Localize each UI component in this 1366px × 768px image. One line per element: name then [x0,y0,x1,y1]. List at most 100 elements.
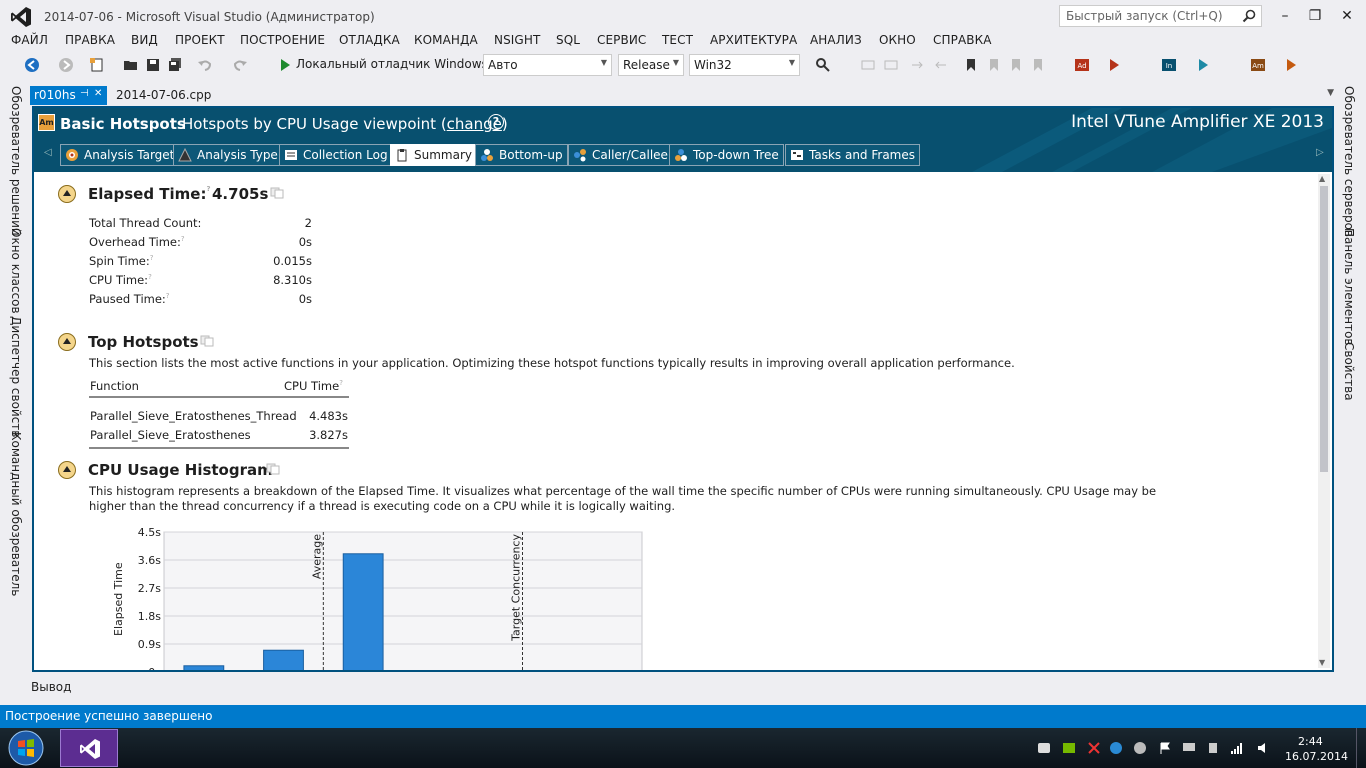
help-hint-icon[interactable]: ? [339,379,343,387]
copy-icon[interactable] [270,187,284,199]
navigate-back-icon[interactable] [24,57,40,73]
menu-build[interactable]: ПОСТРОЕНИЕ [240,33,325,47]
bookmark-icon[interactable] [963,57,979,73]
start-debugging-icon[interactable] [277,57,293,73]
menu-sql[interactable]: SQL [556,33,580,47]
tab-r010hs[interactable]: r010hs ⊣ ✕ [30,86,107,105]
outdent-icon[interactable] [932,57,948,73]
scrollbar-thumb[interactable] [1320,186,1328,472]
amplifier-icon[interactable]: Am [1250,57,1266,73]
search-icon[interactable] [1241,8,1257,24]
tray-flag-icon[interactable] [1158,741,1172,755]
vertical-scrollbar[interactable]: ▲ ▼ [1318,174,1330,668]
tab-caller-callee[interactable]: Caller/Callee [568,144,673,166]
comment-icon[interactable] [860,57,876,73]
tab-collection-log[interactable]: Collection Log [279,144,393,166]
signal-strength-icon[interactable] [1230,741,1244,755]
help-hint-icon[interactable]: ? [148,273,152,281]
volume-icon[interactable] [1256,741,1270,755]
build-config-select[interactable]: Release ▼ [618,54,684,76]
maximize-button[interactable]: ❐ [1302,4,1328,28]
save-icon[interactable] [145,57,161,73]
redo-icon[interactable] [232,57,248,73]
close-button[interactable]: ✕ [1334,4,1360,28]
copy-icon[interactable] [266,463,280,475]
show-desktop-button[interactable] [1356,728,1366,768]
tab-dropdown-icon[interactable]: ▼ [1327,88,1334,98]
prev-bookmark-icon[interactable] [986,57,1002,73]
help-icon[interactable]: ? [488,114,504,130]
solution-config-select[interactable]: Авто ▼ [483,54,612,76]
toolbox-tab[interactable]: Панель элементов [1342,228,1356,346]
menu-help[interactable]: СПРАВКА [933,33,992,47]
menu-team[interactable]: КОМАНДА [414,33,478,47]
menu-edit[interactable]: ПРАВКА [65,33,115,47]
tab-cpp-file[interactable]: 2014-07-06.cpp [116,88,211,102]
server-explorer-tab[interactable]: Обозреватель серверов [1342,86,1356,237]
tray-app-icon[interactable] [1037,741,1051,755]
help-hint-icon[interactable]: ? [181,235,185,243]
function-name[interactable]: Parallel_Sieve_Eratosthenes_Thread [90,409,297,423]
menu-view[interactable]: ВИД [131,33,158,47]
menu-analyze[interactable]: АНАЛИЗ [810,33,862,47]
open-file-icon[interactable] [123,57,139,73]
tab-summary[interactable]: Summary [390,144,477,166]
amplifier-run-icon[interactable] [1283,57,1299,73]
table-row[interactable]: Parallel_Sieve_Eratosthenes_Thread 4.483… [89,407,349,426]
copy-icon[interactable] [200,335,214,347]
save-all-icon[interactable] [167,57,183,73]
clear-bookmarks-icon[interactable] [1030,57,1046,73]
tab-top-down-tree[interactable]: Top-down Tree [669,144,784,166]
help-hint-icon[interactable]: ? [150,254,154,262]
indent-icon[interactable] [910,57,926,73]
tray-sync-icon[interactable] [1109,741,1123,755]
menu-file[interactable]: ФАЙЛ [11,33,48,47]
tab-bottom-up[interactable]: Bottom-up [475,144,568,166]
scroll-down-icon[interactable]: ▼ [1319,658,1325,667]
close-tab-icon[interactable]: ✕ [94,88,102,99]
tab-tasks-and-frames[interactable]: Tasks and Frames [785,144,920,166]
column-header-cpu-time[interactable]: CPU Time? [284,379,343,393]
table-row[interactable]: Parallel_Sieve_Eratosthenes 3.827s [89,426,349,445]
tray-network-icon[interactable] [1087,741,1101,755]
menu-window[interactable]: ОКНО [879,33,916,47]
start-button-icon[interactable] [6,729,46,767]
vtune-advisor-icon[interactable]: Ad [1074,57,1090,73]
help-hint-icon[interactable]: ? [206,185,210,193]
vtune-run-icon[interactable] [1106,57,1122,73]
help-hint-icon[interactable]: ? [166,292,170,300]
menu-test[interactable]: ТЕСТ [662,33,693,47]
menu-tools[interactable]: СЕРВИС [597,33,646,47]
class-view-tab[interactable]: Окно классов [9,228,23,314]
output-window-tab[interactable]: Вывод [31,680,71,694]
menu-architecture[interactable]: АРХИТЕКТУРА [710,33,797,47]
undo-icon[interactable] [197,57,213,73]
find-icon[interactable] [815,57,831,73]
next-bookmark-icon[interactable] [1008,57,1024,73]
navigate-forward-icon[interactable] [58,57,74,73]
tray-security-icon[interactable] [1133,741,1147,755]
uncomment-icon[interactable] [883,57,899,73]
platform-select[interactable]: Win32 ▼ [689,54,800,76]
inspector-run-icon[interactable] [1195,57,1211,73]
collapse-elapsed-icon[interactable] [58,185,76,203]
menu-project[interactable]: ПРОЕКТ [175,33,225,47]
clock-date[interactable]: 16.07.2014 [1285,750,1348,763]
scroll-up-icon[interactable]: ▲ [1319,174,1325,183]
properties-tab[interactable]: Свойства [1342,342,1356,401]
clock-time[interactable]: 2:44 [1298,735,1323,748]
function-name[interactable]: Parallel_Sieve_Eratosthenes [90,428,251,442]
debugger-label[interactable]: Локальный отладчик Windows ▾ [296,57,498,71]
new-project-icon[interactable] [89,57,105,73]
tabs-scroll-right-icon[interactable]: ▷ [1316,147,1324,158]
inspector-icon[interactable]: In [1161,57,1177,73]
tab-analysis-type[interactable]: Analysis Type [173,144,283,166]
menu-debug[interactable]: ОТЛАДКА [339,33,400,47]
tray-display-icon[interactable] [1182,741,1196,755]
solution-explorer-tab[interactable]: Обозреватель решений [9,86,23,236]
pin-icon[interactable]: ⊣ [80,88,89,99]
team-explorer-tab[interactable]: Командный обозреватель [9,432,23,596]
property-manager-tab[interactable]: Диспетчер свойств [9,316,23,437]
tab-analysis-target[interactable]: Analysis Target [60,144,180,166]
tray-usb-icon[interactable] [1206,741,1220,755]
